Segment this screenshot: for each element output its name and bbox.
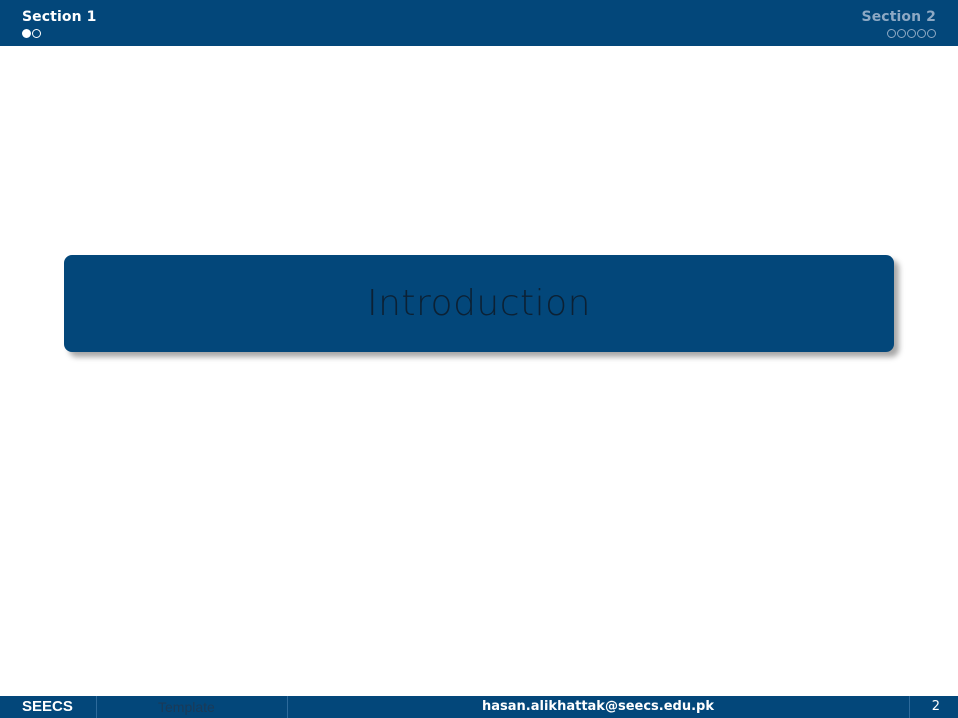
section-title: Introduction — [366, 283, 591, 324]
frame-dot-icon[interactable] — [897, 28, 906, 38]
nav-section-1[interactable]: Section 1 — [22, 9, 96, 39]
nav-section-2-frame-dots — [862, 27, 936, 39]
footer-institute: SEECS — [22, 698, 73, 715]
frame-dot-icon[interactable] — [887, 28, 896, 38]
slide: Section 1 Section 2 Introduction SEECS T… — [0, 0, 958, 718]
footer-page-number: 2 — [931, 699, 940, 714]
nav-section-1-label: Section 1 — [22, 9, 97, 25]
footer-divider — [909, 696, 910, 718]
frame-dot-icon[interactable] — [917, 28, 926, 38]
frame-dot-icon[interactable] — [927, 28, 936, 38]
footer-bar: SEECS Template hasan.alikhattak@seecs.ed… — [0, 696, 958, 718]
footer-divider — [96, 696, 97, 718]
section-title-block: Introduction — [64, 255, 894, 352]
header-nav-bar: Section 1 Section 2 — [0, 0, 958, 46]
nav-section-1-frame-dots — [22, 27, 96, 39]
footer-short-title: Template — [158, 699, 215, 715]
nav-section-2-label: Section 2 — [861, 9, 936, 25]
nav-section-2[interactable]: Section 2 — [862, 9, 936, 39]
footer-email: hasan.alikhattak@seecs.edu.pk — [482, 699, 714, 714]
frame-dot-icon[interactable] — [32, 28, 41, 38]
frame-dot-icon[interactable] — [907, 28, 916, 38]
frame-dot-current-icon[interactable] — [22, 28, 31, 38]
